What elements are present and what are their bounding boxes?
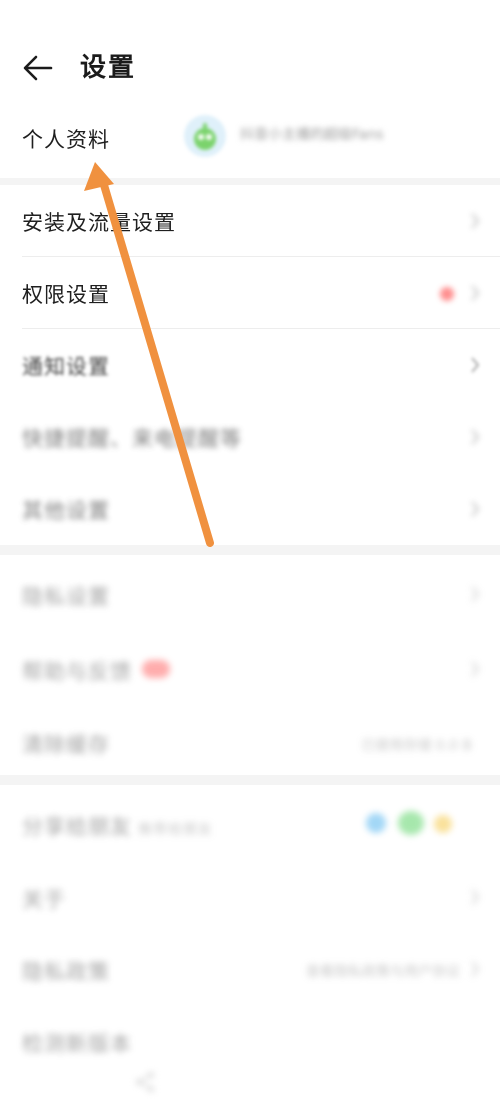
privacy-label: 隐私设置 (22, 585, 110, 609)
profile-meta: 抖音小主播的超级Fans (240, 127, 384, 143)
about-row[interactable]: 关于 (0, 860, 500, 932)
privacy-row[interactable]: 隐私设置 (0, 555, 500, 630)
privacy-policy-label: 隐私政策 (22, 960, 110, 984)
cache-size-value: 已使用存储 0.0 B (361, 738, 472, 754)
share-moments-icon (434, 815, 452, 833)
settings-section-3: 分享给朋友 推荐给朋友 关于 隐私政策 查看隐私政策与用户协议 检测新版本 (0, 785, 500, 1111)
about-label: 关于 (22, 888, 66, 912)
app-header: 设置 (0, 0, 500, 100)
clear-cache-row[interactable]: 清除缓存 已使用存储 0.0 B (0, 705, 500, 775)
chevron-right-icon (471, 961, 480, 977)
help-label: 帮助与反馈 (22, 660, 132, 684)
chevron-right-icon (471, 889, 480, 905)
share-small-icon (130, 1067, 160, 1097)
reminder-label: 快捷提醒、来电提醒等 (22, 427, 242, 451)
settings-section-1: 安装及流量设置 权限设置 通知设置 快捷提醒、来电提醒等 其他设置 (0, 185, 500, 545)
notifications-row[interactable]: 通知设置 (0, 329, 500, 401)
share-sublabel: 推荐给朋友 (138, 822, 213, 838)
chevron-right-icon (471, 501, 480, 517)
chevron-right-icon (471, 357, 480, 373)
other-settings-label: 其他设置 (22, 499, 110, 523)
notifications-label: 通知设置 (22, 355, 110, 379)
new-badge (142, 660, 170, 678)
check-update-label: 检测新版本 (22, 1032, 132, 1056)
privacy-policy-value: 查看隐私政策与用户协议 (306, 964, 460, 980)
install-traffic-label: 安装及流量设置 (22, 211, 176, 235)
red-dot-badge (440, 287, 454, 301)
share-label: 分享给朋友 推荐给朋友 (22, 811, 213, 841)
share-qq-icon (366, 813, 386, 833)
chevron-right-icon (471, 661, 480, 677)
avatar[interactable] (184, 115, 226, 157)
share-wechat-icon (398, 811, 424, 835)
page-title: 设置 (80, 53, 137, 83)
permissions-row[interactable]: 权限设置 (0, 257, 500, 329)
help-row[interactable]: 帮助与反馈 (0, 630, 500, 705)
profile-label: 个人资料 (22, 128, 110, 152)
share-label-text: 分享给朋友 (22, 815, 132, 839)
share-row[interactable]: 分享给朋友 推荐给朋友 (0, 785, 500, 860)
chevron-right-icon (471, 285, 480, 301)
chevron-right-icon (471, 586, 480, 602)
other-settings-row[interactable]: 其他设置 (0, 473, 500, 545)
reminder-row[interactable]: 快捷提醒、来电提醒等 (0, 401, 500, 473)
settings-section-2: 隐私设置 帮助与反馈 清除缓存 已使用存储 0.0 B (0, 555, 500, 775)
back-button[interactable] (20, 50, 56, 86)
install-traffic-row[interactable]: 安装及流量设置 (0, 185, 500, 257)
clear-cache-label: 清除缓存 (22, 733, 110, 757)
avatar-mascot-icon (194, 123, 216, 150)
privacy-policy-row[interactable]: 隐私政策 查看隐私政策与用户协议 (0, 932, 500, 1004)
check-update-row[interactable]: 检测新版本 (0, 1004, 500, 1076)
chevron-right-icon (471, 213, 480, 229)
arrow-left-icon (23, 55, 53, 81)
permissions-label: 权限设置 (22, 283, 110, 307)
chevron-right-icon (471, 429, 480, 445)
